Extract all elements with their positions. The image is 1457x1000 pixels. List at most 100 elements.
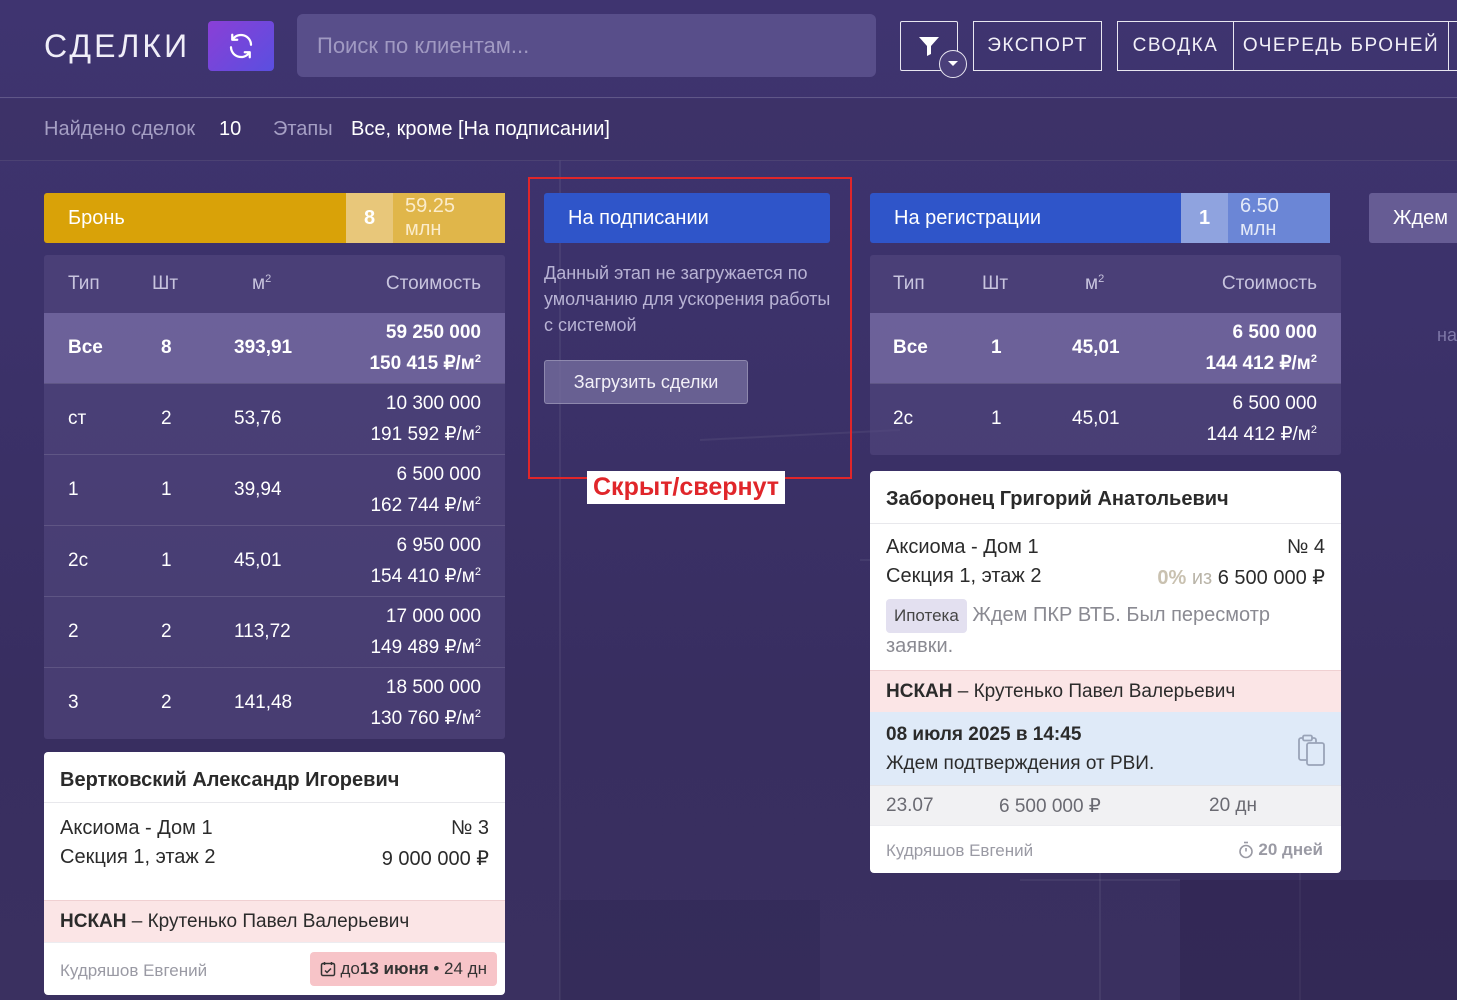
stages-label: Этапы	[273, 118, 333, 140]
col-type: Тип	[68, 273, 100, 294]
table-header: Тип Шт м2 Стоимость	[44, 255, 505, 313]
agent-name: – Крутенько Павел Валерьевич	[952, 681, 1236, 702]
deal-card[interactable]: Вертковский Александр Игоревич Аксиома -…	[44, 752, 505, 995]
annotation-label: Скрыт/свернут	[587, 471, 786, 504]
agency-row: НСКАН – Крутенько Павел Валерьевич	[870, 670, 1341, 712]
deal-price: 9 000 000 ₽	[381, 848, 489, 870]
table-header: Тип Шт м2 Стоимость	[870, 255, 1341, 313]
mortgage-badge: Ипотека	[886, 599, 967, 633]
cell-cost: 10 300 000 191 592 ₽/м2	[370, 392, 481, 446]
cell-qty: 1	[161, 550, 172, 571]
apartment-number: № 3	[450, 817, 489, 839]
agency-name: НСКАН	[886, 681, 953, 702]
cell-type: Все	[68, 337, 103, 358]
cell-cost: 18 500 000 130 760 ₽/м2	[370, 676, 481, 730]
refresh-button[interactable]	[208, 21, 274, 71]
cell-area: 45,01	[234, 550, 282, 571]
copy-icon[interactable]	[1297, 734, 1327, 766]
deal-note: Ипотека Ждем ПКР ВТБ. Был пересмотр заяв…	[886, 599, 1326, 659]
stage-sum: 59.25 млн	[393, 193, 505, 243]
table-row[interactable]: 2с 1 45,01 6 950 000 154 410 ₽/м2	[44, 525, 505, 596]
summary-table-bron: Тип Шт м2 Стоимость Все 8 393,91 59 250 000…	[44, 255, 505, 739]
manager-name: Кудряшов Евгений	[886, 841, 1034, 860]
cell-cost: 6 500 000 144 412 ₽/м2	[1205, 321, 1317, 375]
summary-button[interactable]: СВОДКА	[1117, 21, 1234, 71]
chevron-down-icon	[948, 61, 958, 66]
booking-queue-button[interactable]: ОЧЕРЕДЬ БРОНЕЙ	[1233, 21, 1449, 71]
event-text: Ждем подтверждения от РВИ.	[886, 753, 1155, 774]
col-qty: Шт	[152, 273, 179, 294]
annotation-highlight-box	[528, 177, 852, 479]
more-button-partial[interactable]	[1448, 21, 1457, 71]
stage-header-bron[interactable]: Бронь 8 59.25 млн	[44, 193, 505, 243]
cell-area: 113,72	[234, 621, 291, 642]
filter-icon	[919, 37, 939, 56]
search-input[interactable]	[297, 14, 876, 77]
col-type: Тип	[893, 273, 925, 294]
waiting-partial-text: на	[1437, 325, 1457, 345]
stage-name: Ждем	[1393, 206, 1449, 229]
agent-name: – Крутенько Павел Валерьевич	[126, 911, 410, 932]
col-qty: Шт	[982, 273, 1009, 294]
top-bar: СДЕЛКИ ЭКСПОРТ СВОДКА ОЧЕРЕДЬ БРОНЕЙ	[0, 0, 1457, 98]
table-row[interactable]: 2с 1 45,01 6 500 000 144 412 ₽/м2	[870, 383, 1341, 454]
stopwatch-icon	[1239, 841, 1254, 859]
table-row-total[interactable]: Все 8 393,91 59 250 000 150 415 ₽/м2	[44, 313, 505, 383]
found-label: Найдено сделок	[44, 118, 196, 140]
cell-type: Все	[893, 337, 928, 358]
table-row-total[interactable]: Все 1 45,01 6 500 000 144 412 ₽/м2	[870, 313, 1341, 383]
cell-type: 2с	[893, 408, 914, 429]
cell-area: 45,01	[1072, 408, 1120, 429]
stages-value[interactable]: Все, кроме [На подписании]	[351, 118, 610, 141]
cell-type: 1	[68, 479, 79, 500]
cell-qty: 2	[161, 408, 172, 429]
cell-cost: 6 500 000 144 412 ₽/м2	[1206, 392, 1317, 446]
found-count: 10	[219, 118, 242, 140]
stage-count: 1	[1181, 193, 1228, 243]
deal-card[interactable]: Заборонец Григорий Анатольевич Аксиома -…	[870, 471, 1341, 873]
table-row[interactable]: 3 2 141,48 18 500 000 130 760 ₽/м2	[44, 667, 505, 738]
summary-table-registration: Тип Шт м2 Стоимость Все 1 45,01 6 500 000 14…	[870, 255, 1341, 455]
cell-cost: 6 500 000 162 744 ₽/м2	[370, 463, 481, 517]
event-block: 08 июля 2025 в 14:45 Ждем подтверждения …	[870, 712, 1341, 785]
manager-name: Кудряшов Евгений	[60, 961, 208, 980]
cell-qty: 1	[161, 479, 172, 500]
event-date: 08 июля 2025 в 14:45	[886, 724, 1082, 745]
stage-header-waiting[interactable]: Ждем	[1369, 193, 1457, 243]
stat-days: 20 дн	[1209, 795, 1257, 816]
cell-type: 2с	[68, 550, 89, 571]
payment-progress: 0% из 6 500 000 ₽	[1157, 567, 1325, 589]
filter-dropdown-toggle[interactable]	[939, 50, 967, 78]
stage-name: Бронь	[68, 206, 125, 229]
cell-area: 45,01	[1072, 337, 1120, 358]
cell-area: 141,48	[234, 692, 293, 713]
stage-header-registration[interactable]: На регистрации 1 6.50 млн	[870, 193, 1330, 243]
page-title: СДЕЛКИ	[44, 28, 191, 64]
cell-type: ст	[68, 408, 87, 429]
stat-date: 23.07	[886, 795, 934, 816]
client-name[interactable]: Заборонец Григорий Анатольевич	[886, 488, 1229, 511]
cell-cost: 59 250 000 150 415 ₽/м2	[369, 321, 481, 375]
stage-name: На регистрации	[894, 206, 1042, 229]
project-name: Аксиома - Дом 1	[60, 817, 213, 839]
client-name[interactable]: Вертковский Александр Игоревич	[60, 769, 399, 792]
cell-type: 3	[68, 692, 79, 713]
table-row[interactable]: 1 1 39,94 6 500 000 162 744 ₽/м2	[44, 454, 505, 525]
card-footer: Кудряшов Евгений до 13 июня • 24 дн	[44, 942, 505, 995]
col-cost: Стоимость	[1221, 273, 1317, 294]
section-floor: Секция 1, этаж 2	[886, 565, 1042, 587]
project-name: Аксиома - Дом 1	[886, 536, 1039, 558]
export-button[interactable]: ЭКСПОРТ	[973, 21, 1102, 71]
stage-count: 8	[346, 193, 393, 243]
cell-area: 53,76	[234, 408, 282, 429]
table-row[interactable]: ст 2 53,76 10 300 000 191 592 ₽/м2	[44, 383, 505, 454]
table-row[interactable]: 2 2 113,72 17 000 000 149 489 ₽/м2	[44, 596, 505, 667]
cell-qty: 2	[161, 692, 172, 713]
stage-timer: 20 дней	[1238, 840, 1323, 860]
stat-price: 6 500 000 ₽	[999, 796, 1101, 817]
cell-qty: 2	[161, 621, 172, 642]
col-area: м2	[1085, 272, 1105, 295]
cell-qty: 1	[991, 408, 1002, 429]
calendar-check-icon	[321, 962, 336, 977]
agency-row: НСКАН – Крутенько Павел Валерьевич	[44, 900, 505, 942]
